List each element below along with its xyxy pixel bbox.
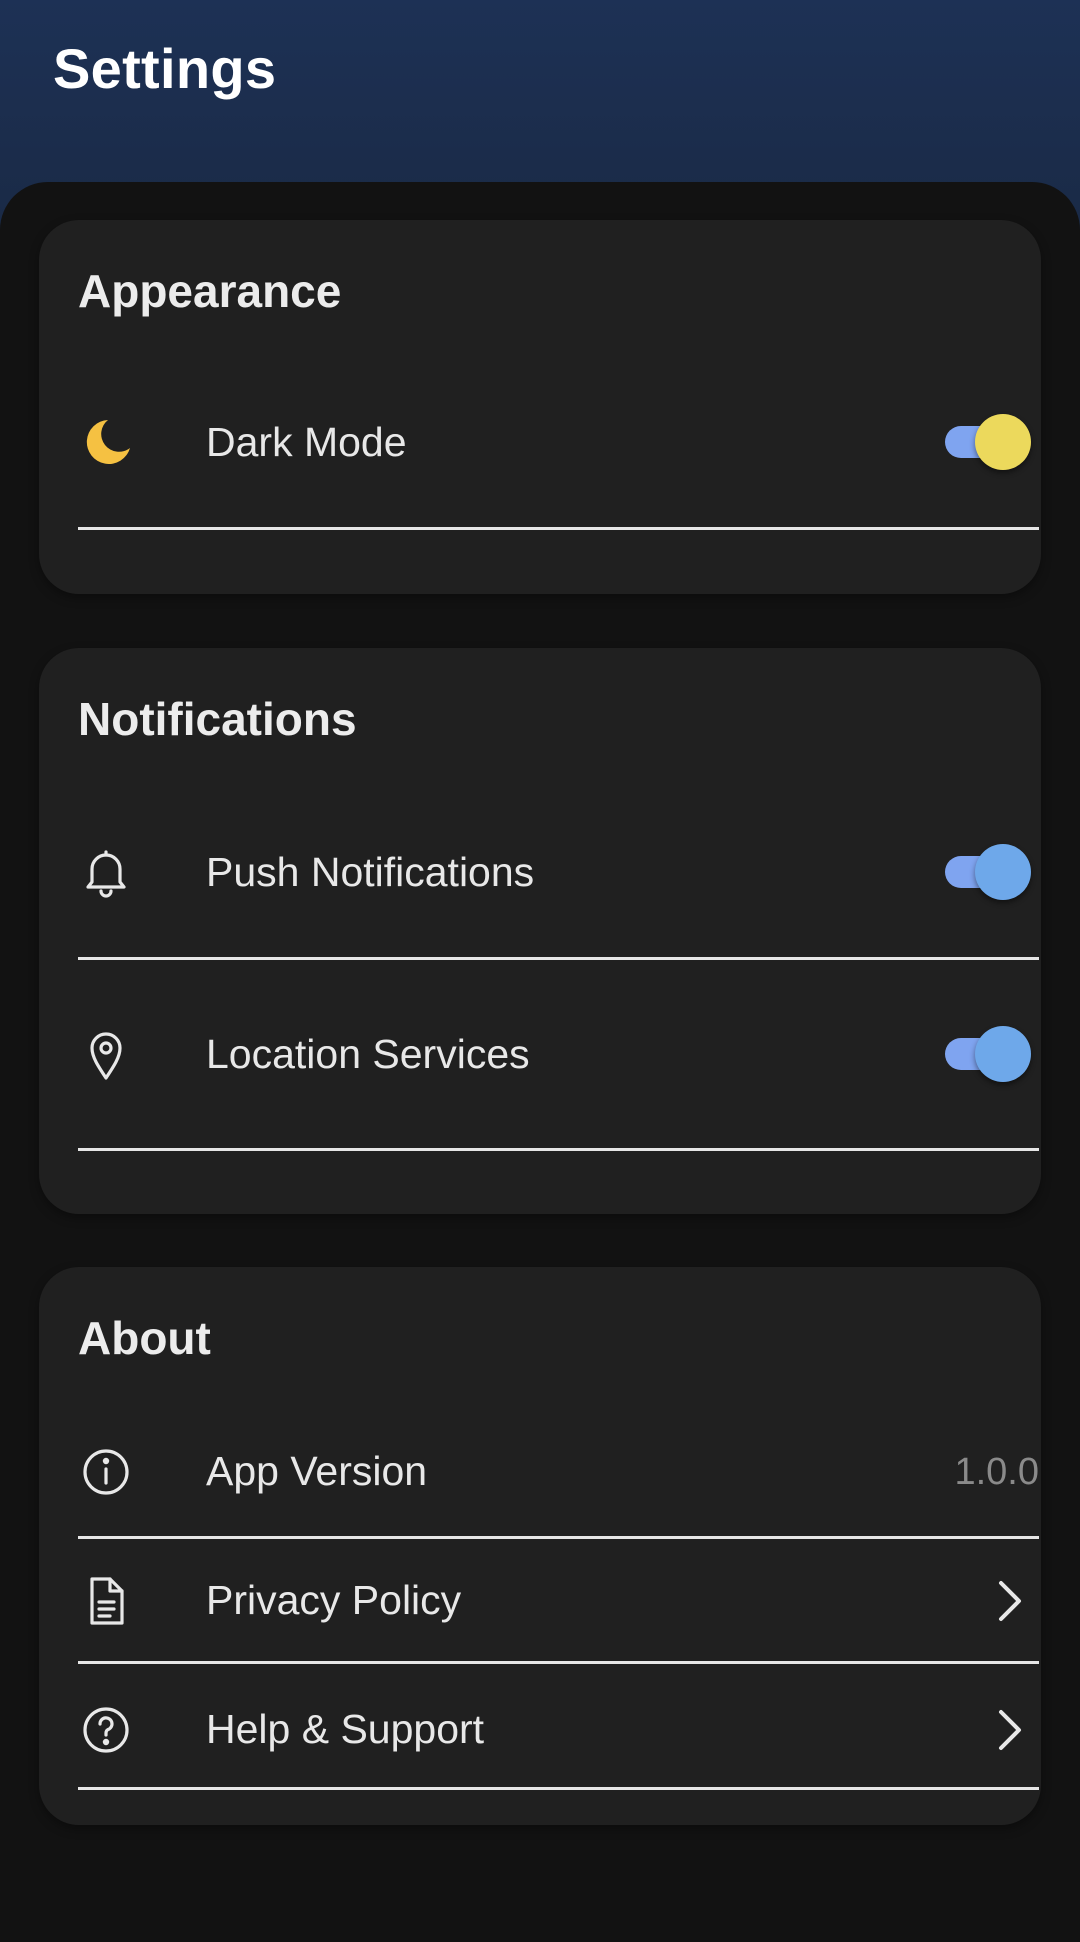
chevron-right-icon bbox=[999, 1710, 1021, 1750]
push-notifications-toggle[interactable] bbox=[945, 844, 1031, 900]
location-pin-icon bbox=[90, 1032, 122, 1080]
privacy-policy-row[interactable]: Privacy Policy bbox=[78, 1539, 1039, 1664]
page-title: Settings bbox=[53, 37, 277, 100]
dark-mode-toggle[interactable] bbox=[945, 414, 1031, 470]
info-icon bbox=[83, 1449, 129, 1495]
app-version-value: 1.0.0 bbox=[954, 1451, 1039, 1493]
about-section-title: About bbox=[78, 1312, 211, 1364]
about-card: About App Version 1.0.0 Privacy Policy H… bbox=[39, 1267, 1041, 1825]
chevron-right-icon bbox=[999, 1581, 1021, 1621]
push-notifications-label: Push Notifications bbox=[206, 849, 535, 895]
push-notifications-row[interactable]: Push Notifications bbox=[78, 838, 1039, 960]
notifications-card: Notifications Push Notifications Locatio… bbox=[39, 648, 1041, 1214]
appearance-card: Appearance Dark Mode bbox=[39, 220, 1041, 594]
location-services-toggle-knob bbox=[975, 1026, 1031, 1082]
document-icon bbox=[90, 1577, 124, 1625]
moon-icon bbox=[86, 420, 130, 464]
help-circle-icon bbox=[83, 1707, 129, 1753]
dark-mode-row[interactable]: Dark Mode bbox=[78, 408, 1039, 530]
location-services-label: Location Services bbox=[206, 1031, 530, 1077]
app-version-label: App Version bbox=[206, 1448, 428, 1494]
location-services-row[interactable]: Location Services bbox=[78, 960, 1039, 1151]
bell-icon bbox=[86, 850, 126, 898]
push-notifications-toggle-knob bbox=[975, 844, 1031, 900]
appearance-section-title: Appearance bbox=[78, 265, 342, 317]
dark-mode-toggle-knob bbox=[975, 414, 1031, 470]
app-version-row: App Version 1.0.0 bbox=[78, 1419, 1039, 1539]
dark-mode-label: Dark Mode bbox=[206, 419, 407, 465]
notifications-section-title: Notifications bbox=[78, 693, 357, 745]
settings-content: Appearance Dark Mode Notifications Push … bbox=[0, 182, 1080, 1942]
help-support-label: Help & Support bbox=[206, 1706, 485, 1752]
location-services-toggle[interactable] bbox=[945, 1026, 1031, 1082]
help-support-row[interactable]: Help & Support bbox=[78, 1664, 1039, 1790]
privacy-policy-label: Privacy Policy bbox=[206, 1577, 462, 1623]
